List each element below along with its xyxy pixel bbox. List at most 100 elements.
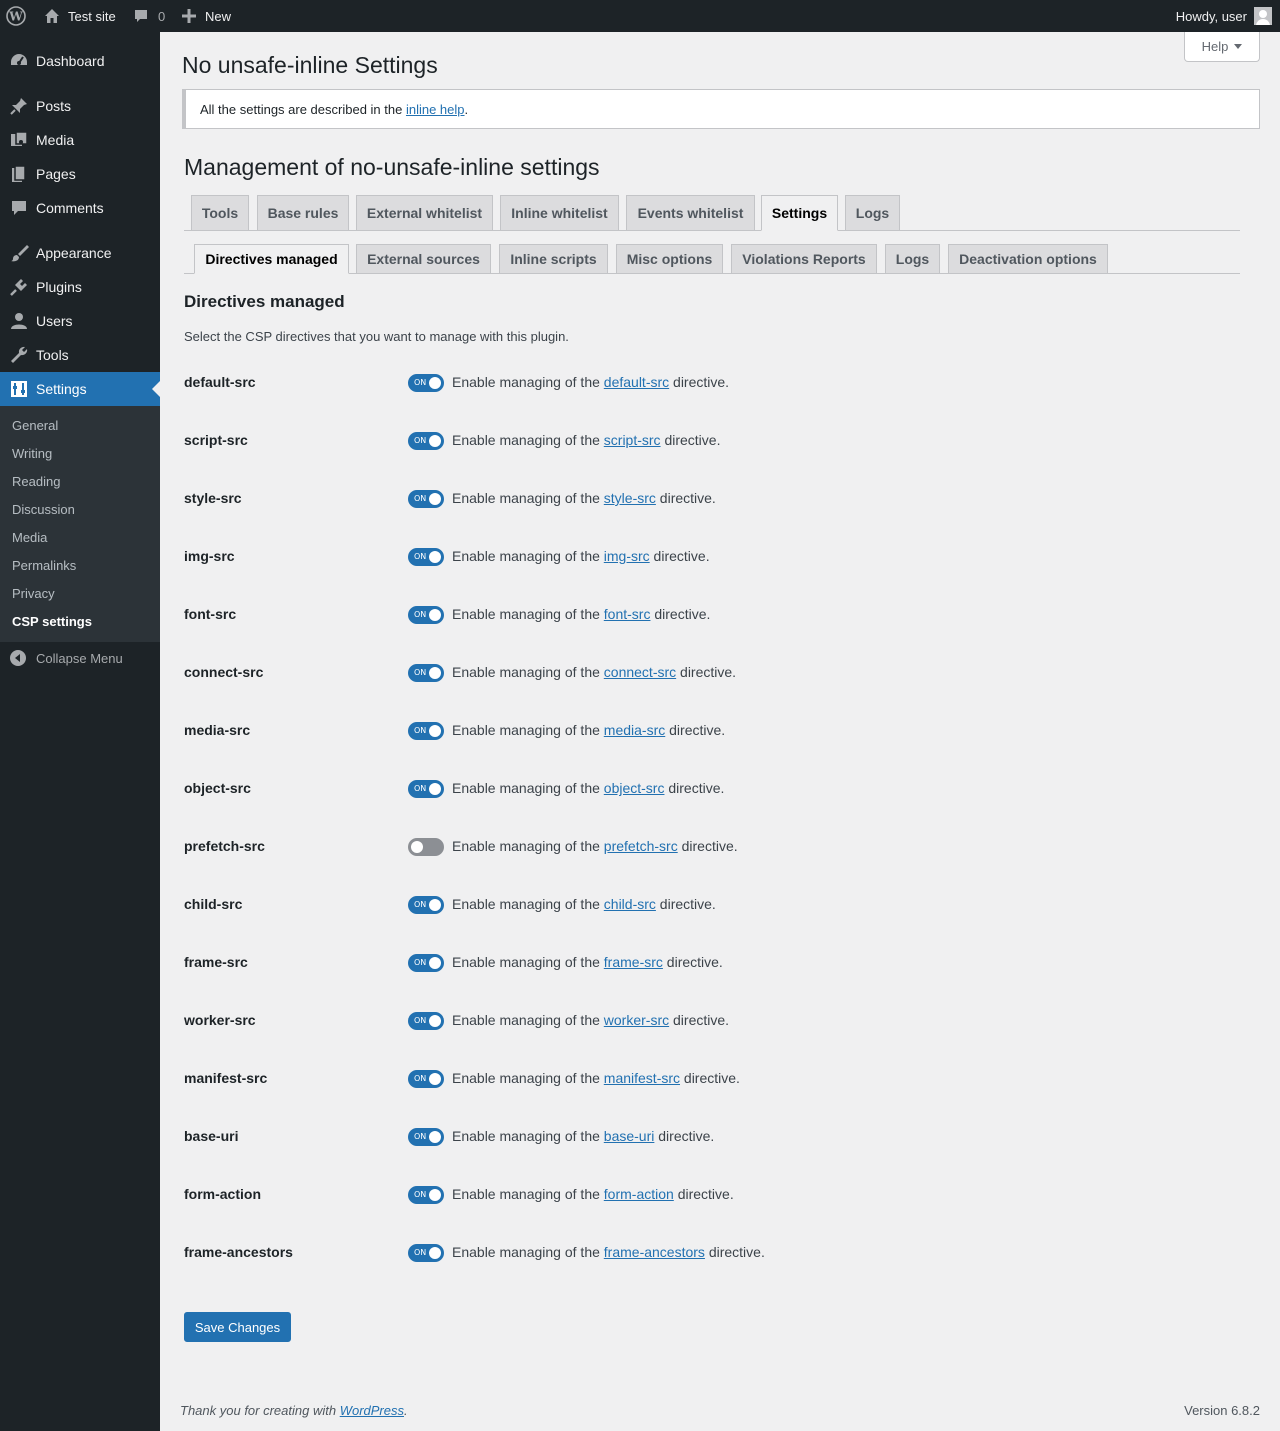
submenu-permalinks[interactable]: Permalinks [12, 557, 76, 575]
inline-help-link[interactable]: inline help [406, 102, 465, 117]
submenu-discussion[interactable]: Discussion [12, 501, 75, 519]
directive-doc-link[interactable]: worker-src [604, 1012, 669, 1028]
directive-doc-link[interactable]: style-src [604, 490, 656, 506]
directive-doc-link[interactable]: script-src [604, 432, 661, 448]
help-button[interactable]: Help [1184, 32, 1260, 62]
description-prefix: Enable managing of the [452, 838, 604, 854]
directive-toggle-frame-ancestors[interactable]: ON [408, 1244, 444, 1262]
tab-inline-whitelist[interactable]: Inline whitelist [500, 195, 619, 231]
submenu-media[interactable]: Media [12, 529, 47, 547]
submenu-general[interactable]: General [12, 417, 58, 435]
tab-events-whitelist[interactable]: Events whitelist [626, 195, 755, 231]
tab-base-rules[interactable]: Base rules [257, 195, 349, 231]
directive-label: worker-src [184, 1012, 256, 1028]
wordpress-logo-icon[interactable]: W [6, 0, 28, 32]
submenu-reading[interactable]: Reading [12, 473, 60, 491]
directive-toggle-base-uri[interactable]: ON [408, 1128, 444, 1146]
toggle-knob [429, 609, 441, 621]
directive-toggle-img-src[interactable]: ON [408, 548, 444, 566]
subtab-directives-managed[interactable]: Directives managed [194, 244, 349, 274]
directive-toggle-prefetch-src[interactable] [408, 838, 444, 856]
account-menu[interactable]: Howdy, user [1176, 0, 1272, 32]
sidebar-item-media[interactable]: Media [0, 123, 160, 157]
sidebar-item-plugins[interactable]: Plugins [0, 270, 160, 304]
directive-doc-link[interactable]: frame-src [604, 954, 663, 970]
directive-toggle-connect-src[interactable]: ON [408, 664, 444, 682]
sidebar-item-dashboard[interactable]: Dashboard [0, 44, 160, 78]
info-notice: All the settings are described in the in… [182, 89, 1260, 129]
new-content-link[interactable]: New [182, 0, 231, 32]
description-suffix: directive. [650, 606, 711, 622]
directive-doc-link[interactable]: default-src [604, 374, 669, 390]
collapse-menu-button[interactable]: Collapse Menu [0, 643, 160, 673]
submenu-privacy[interactable]: Privacy [12, 585, 55, 603]
description-suffix: directive. [662, 954, 723, 970]
description-prefix: Enable managing of the [452, 1244, 604, 1260]
directive-doc-link[interactable]: form-action [604, 1186, 674, 1202]
description-suffix: directive. [673, 1186, 734, 1202]
directive-label: manifest-src [184, 1070, 268, 1086]
sidebar-item-comments[interactable]: Comments [0, 191, 160, 225]
subtab-inline-scripts[interactable]: Inline scripts [499, 244, 608, 274]
wordpress-link[interactable]: WordPress [340, 1403, 404, 1418]
subtab-misc-options[interactable]: Misc options [616, 244, 723, 274]
pin-icon [0, 89, 36, 123]
description-prefix: Enable managing of the [452, 606, 604, 622]
directive-toggle-form-action[interactable]: ON [408, 1186, 444, 1204]
directive-doc-link[interactable]: manifest-src [604, 1070, 680, 1086]
directive-toggle-script-src[interactable]: ON [408, 432, 444, 450]
directive-toggle-default-src[interactable]: ON [408, 374, 444, 392]
tab-tools[interactable]: Tools [191, 195, 249, 231]
directive-doc-link[interactable]: img-src [604, 548, 650, 564]
tab-logs[interactable]: Logs [845, 195, 900, 231]
sidebar-item-tools[interactable]: Tools [0, 338, 160, 372]
directive-label: object-src [184, 780, 251, 796]
tab-external-whitelist[interactable]: External whitelist [356, 195, 493, 231]
submenu-csp-settings[interactable]: CSP settings [12, 613, 92, 631]
sidebar-item-pages[interactable]: Pages [0, 157, 160, 191]
directive-toggle-manifest-src[interactable]: ON [408, 1070, 444, 1088]
directive-description: Enable managing of the media-src directi… [452, 722, 725, 738]
directive-toggle-worker-src[interactable]: ON [408, 1012, 444, 1030]
toggle-on-label: ON [414, 436, 427, 445]
subtab-deactivation-options[interactable]: Deactivation options [948, 244, 1108, 274]
directive-toggle-frame-src[interactable]: ON [408, 954, 444, 972]
site-name-link[interactable]: Test site [44, 0, 116, 32]
directive-doc-link[interactable]: frame-ancestors [604, 1244, 705, 1260]
submenu-writing[interactable]: Writing [12, 445, 52, 463]
subtab-violations-reports[interactable]: Violations Reports [731, 244, 877, 274]
sidebar-item-posts[interactable]: Posts [0, 89, 160, 123]
directive-toggle-font-src[interactable]: ON [408, 606, 444, 624]
directive-toggle-object-src[interactable]: ON [408, 780, 444, 798]
subtab-external-sources[interactable]: External sources [356, 244, 491, 274]
directive-toggle-style-src[interactable]: ON [408, 490, 444, 508]
description-suffix: directive. [655, 896, 716, 912]
directive-toggle-media-src[interactable]: ON [408, 722, 444, 740]
sidebar-item-label: Media [36, 132, 75, 148]
sidebar-item-users[interactable]: Users [0, 304, 160, 338]
save-changes-button[interactable]: Save Changes [184, 1312, 291, 1342]
directive-doc-link[interactable]: media-src [604, 722, 665, 738]
directive-description: Enable managing of the style-src directi… [452, 490, 716, 506]
directive-doc-link[interactable]: child-src [604, 896, 656, 912]
directive-doc-link[interactable]: connect-src [604, 664, 676, 680]
directive-description: Enable managing of the base-uri directiv… [452, 1128, 714, 1144]
directive-doc-link[interactable]: font-src [604, 606, 651, 622]
subtab-logs[interactable]: Logs [885, 244, 940, 274]
sidebar-item-appearance[interactable]: Appearance [0, 236, 160, 270]
collapse-arrow-icon [0, 650, 36, 666]
directive-doc-link[interactable]: object-src [604, 780, 665, 796]
footer-thanks: Thank you for creating with WordPress. [180, 1403, 408, 1418]
sidebar-item-settings[interactable]: Settings [0, 372, 160, 406]
directive-toggle-child-src[interactable]: ON [408, 896, 444, 914]
directive-label: style-src [184, 490, 242, 506]
pages-icon [0, 157, 36, 191]
toggle-on-label: ON [414, 552, 427, 561]
toggle-on-label: ON [414, 958, 427, 967]
directive-doc-link[interactable]: base-uri [604, 1128, 655, 1144]
tab-settings[interactable]: Settings [761, 195, 838, 231]
comments-link[interactable]: 0 [133, 0, 165, 32]
directive-doc-link[interactable]: prefetch-src [604, 838, 678, 854]
description-prefix: Enable managing of the [452, 548, 604, 564]
comments-count: 0 [158, 8, 166, 24]
